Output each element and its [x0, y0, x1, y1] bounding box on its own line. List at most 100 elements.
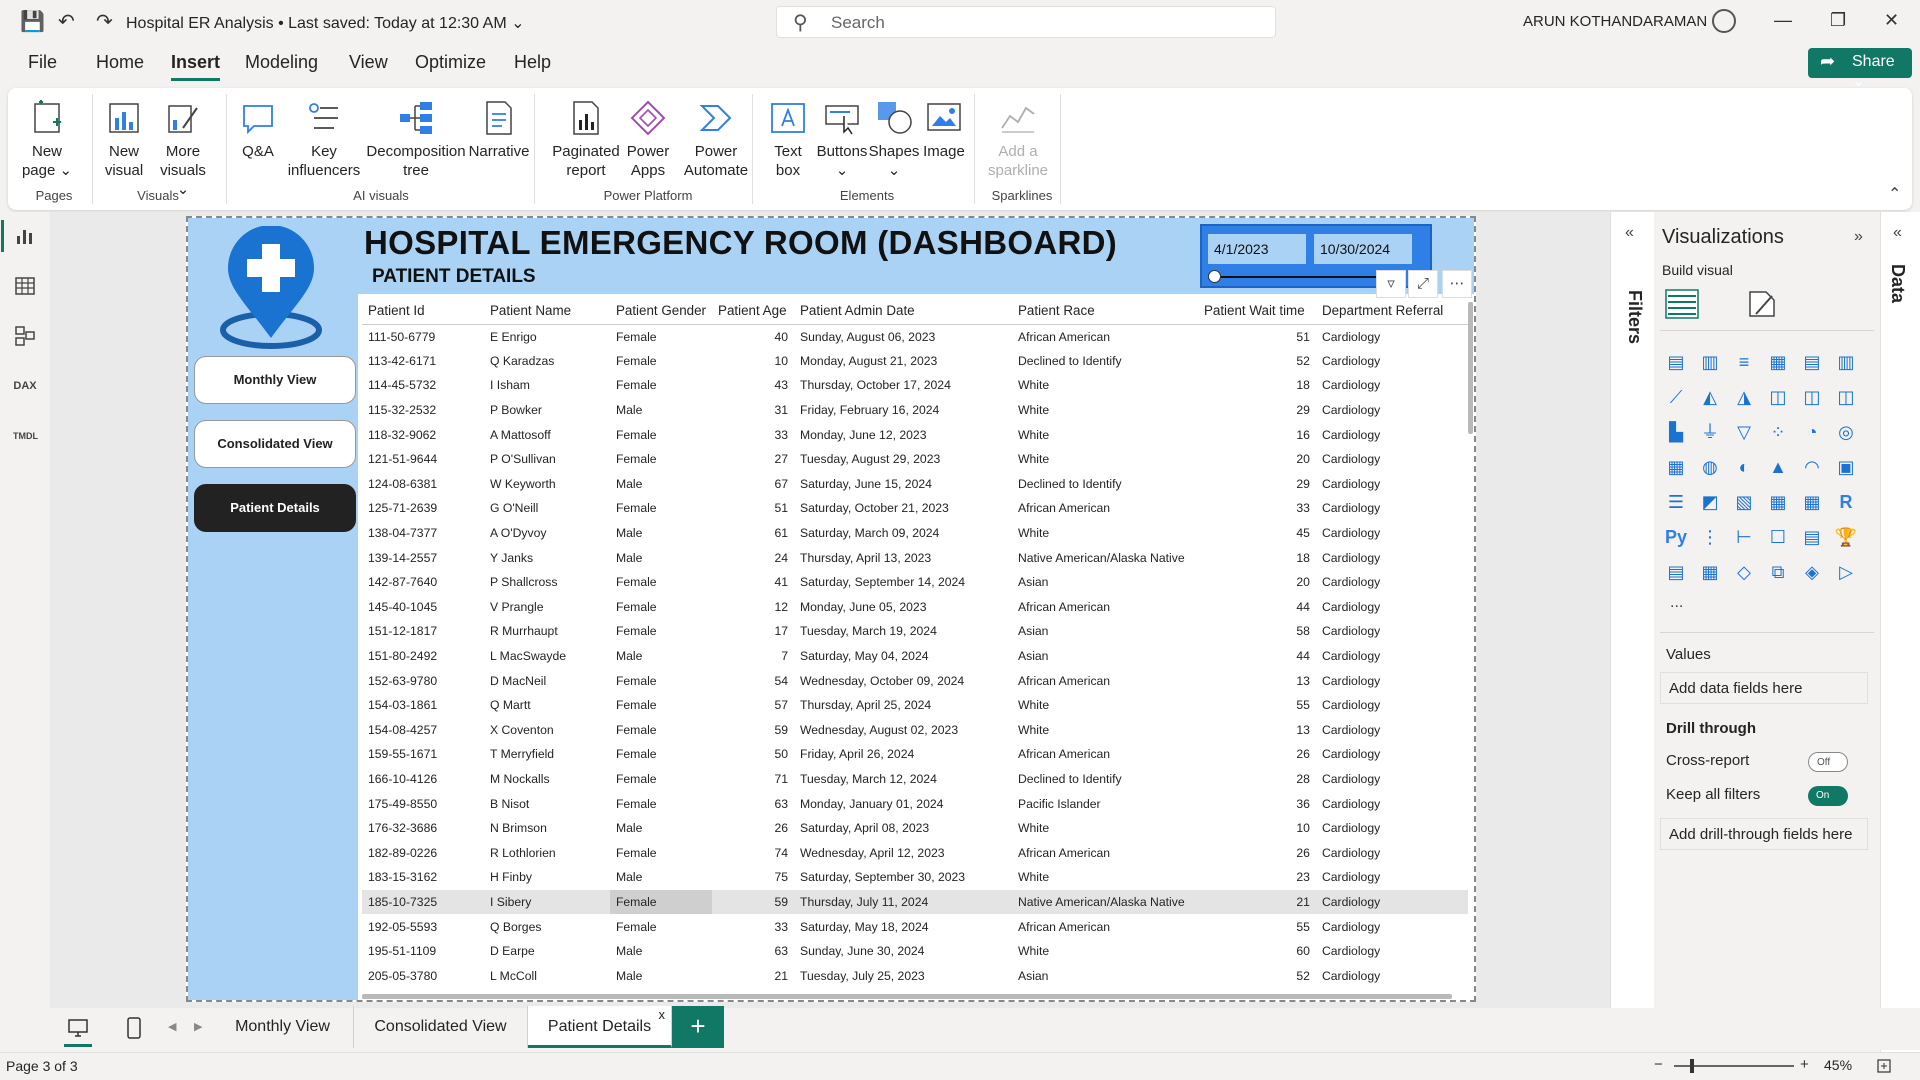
model-view-icon[interactable] — [13, 324, 37, 348]
expand-filters-icon[interactable]: « — [1625, 224, 1634, 242]
tab-consolidated-view[interactable]: Consolidated View — [354, 1006, 528, 1048]
cross-report-toggle[interactable]: Off — [1808, 752, 1848, 772]
multirow-card-icon[interactable]: ☰ — [1664, 490, 1688, 514]
clustered-bar-icon[interactable]: ≡ — [1732, 350, 1756, 374]
more-options-icon[interactable]: ⋯ — [1442, 270, 1472, 298]
treemap-icon[interactable]: ▦ — [1664, 455, 1688, 479]
power-apps-button[interactable]: Power Apps — [620, 98, 676, 180]
menu-home[interactable]: Home — [96, 52, 144, 73]
undo-icon[interactable]: ↶ — [58, 10, 75, 34]
tab-monthly-view[interactable]: Monthly View — [212, 1006, 354, 1048]
table-row[interactable]: 145-40-1045 V Prangle Female 12 Monday, June… — [362, 595, 1468, 620]
custom3-icon[interactable]: ▷ — [1834, 560, 1858, 584]
donut-icon[interactable]: ◎ — [1834, 420, 1858, 444]
col-header[interactable]: Patient Gender — [609, 298, 713, 325]
expand-data-icon[interactable]: « — [1893, 224, 1902, 242]
share-button[interactable]: ➦ Share ⌄ — [1808, 48, 1912, 90]
table-row[interactable]: 176-32-3686 N Brimson Male 26 Saturday, Apri… — [362, 816, 1468, 841]
table-row[interactable]: 113-42-6171 Q Karadzas Female 10 Monday, Aug… — [362, 349, 1468, 374]
desktop-layout-icon[interactable] — [66, 1016, 90, 1040]
data-label[interactable]: Data — [1887, 264, 1908, 303]
table-row[interactable]: 159-55-1671 T Merryfield Female 50 Friday, A… — [362, 742, 1468, 767]
tab-scroll-right-icon[interactable]: ▶ — [194, 1020, 202, 1033]
col-header[interactable]: Patient Admin Date — [794, 298, 1012, 325]
table-row[interactable]: 185-10-7325 I Sibery Female 59 Thursday, Jul… — [362, 889, 1468, 915]
narrative-icon[interactable]: ▤ — [1800, 525, 1824, 549]
slicer-icon[interactable]: ▧ — [1732, 490, 1756, 514]
stacked-area-icon[interactable]: ◮ — [1732, 385, 1756, 409]
metrics-icon[interactable]: 🏆 — [1834, 525, 1858, 549]
tab-patient-details[interactable]: Patient Details x — [528, 1006, 672, 1048]
table-row[interactable]: 142-87-7640 P Shallcross Female 41 Saturday,… — [362, 570, 1468, 595]
keep-filters-toggle[interactable]: On — [1808, 786, 1848, 806]
col-header[interactable]: Patient Wait time — [1197, 298, 1316, 325]
add-sparkline-button[interactable]: Add a sparkline — [982, 98, 1054, 180]
waterfall-icon[interactable]: ▙ — [1664, 420, 1688, 444]
decomposition-icon[interactable]: ⊢ — [1732, 525, 1756, 549]
line-stacked-icon[interactable]: ◫ — [1834, 385, 1858, 409]
custom2-icon[interactable]: ◈ — [1800, 560, 1824, 584]
table-row[interactable]: 139-14-2557 Y Janks Male 24 Thursday, April … — [362, 545, 1468, 570]
power-apps-icon[interactable]: ▦ — [1698, 560, 1722, 584]
menu-optimize[interactable]: Optimize — [415, 52, 486, 73]
focus-mode-icon[interactable]: ⤢ — [1408, 270, 1438, 298]
add-page-button[interactable]: + — [672, 1006, 724, 1048]
date-start-input[interactable]: 4/1/2023 — [1208, 234, 1306, 264]
matrix-icon[interactable]: ▦ — [1800, 490, 1824, 514]
table-row[interactable]: 166-10-4126 M Nockalls Female 71 Tuesday, Ma… — [362, 767, 1468, 792]
text-box-button[interactable]: Text box — [760, 98, 816, 180]
table-row[interactable]: 124-08-6381 W Keyworth Male 67 Saturday, Jun… — [362, 472, 1468, 497]
image-button[interactable]: Image — [918, 98, 970, 161]
funnel-icon[interactable]: ⏚ — [1698, 420, 1722, 444]
table-row[interactable]: 154-03-1861 Q Martt Female 57 Thursday, Apri… — [362, 693, 1468, 718]
format-visual-icon[interactable] — [1744, 286, 1780, 322]
values-drop-zone[interactable]: Add data fields here — [1660, 672, 1868, 704]
python-visual-icon[interactable]: Py — [1664, 525, 1688, 549]
filter-icon[interactable]: ▿ — [1376, 270, 1406, 298]
table-row[interactable]: 114-45-5732 I Isham Female 43 Thursday, Octo… — [362, 373, 1468, 398]
restore-icon[interactable]: ❐ — [1830, 10, 1846, 31]
more-visuals-ellipsis[interactable]: ... — [1670, 594, 1683, 612]
zoom-out-icon[interactable]: − — [1654, 1056, 1663, 1073]
save-icon[interactable]: 💾 — [20, 10, 45, 34]
shapes-button[interactable]: Shapes ⌄ — [868, 98, 920, 180]
paginated-icon[interactable]: ▤ — [1664, 560, 1688, 584]
table-row[interactable]: 151-12-1817 R Murrhaupt Female 17 Tuesday, M… — [362, 619, 1468, 644]
col-header-sorted[interactable]: Department Referral — [1315, 298, 1468, 325]
menu-view[interactable]: View — [349, 52, 388, 73]
line-column-icon[interactable]: ◫ — [1800, 385, 1824, 409]
line-chart-icon[interactable]: ⟋ — [1664, 385, 1688, 409]
menu-file[interactable]: File — [28, 52, 57, 73]
redo-icon[interactable]: ↷ — [96, 10, 113, 34]
table-row[interactable]: 154-08-4257 X Coventon Female 59 Wednesday, … — [362, 718, 1468, 743]
col-header[interactable]: Patient Id — [362, 298, 484, 325]
table-row[interactable]: 192-05-5593 Q Borges Female 33 Saturday, May… — [362, 914, 1468, 939]
table-row[interactable]: 183-15-3162 H Finby Male 75 Saturday, Septem… — [362, 865, 1468, 890]
table-row[interactable]: 205-05-3780 L McColl Male 21 Tuesday, July 2… — [362, 963, 1468, 988]
card-icon[interactable]: ▣ — [1834, 455, 1858, 479]
qna-button[interactable]: Q&A — [232, 98, 284, 161]
scatter-icon[interactable]: ⁘ — [1766, 420, 1790, 444]
col-header[interactable]: Patient Name — [483, 298, 610, 325]
ribbon-chart-icon[interactable]: ◫ — [1766, 385, 1790, 409]
table-row[interactable]: 115-32-2532 P Bowker Male 31 Friday, Februar… — [362, 398, 1468, 423]
key-influencers-icon[interactable]: ⋮ — [1698, 525, 1722, 549]
table-icon[interactable]: ▦ — [1766, 490, 1790, 514]
table-row[interactable]: 121-51-9644 P O'Sullivan Female 27 Tuesday, … — [362, 447, 1468, 472]
date-end-input[interactable]: 10/30/2024 — [1314, 234, 1412, 264]
minimize-icon[interactable]: — — [1774, 10, 1792, 31]
key-influencers-button[interactable]: Key influencers — [286, 98, 362, 180]
new-page-button[interactable]: New page ⌄ — [18, 98, 76, 180]
filters-label[interactable]: Filters — [1624, 290, 1645, 344]
table-row[interactable]: 138-04-7377 A O'Dyvoy Male 61 Saturday, Marc… — [362, 521, 1468, 546]
power-automate-button[interactable]: Power Automate — [676, 98, 756, 180]
mobile-layout-icon[interactable] — [124, 1016, 144, 1040]
stacked-column-icon[interactable]: ▥ — [1698, 350, 1722, 374]
menu-modeling[interactable]: Modeling — [245, 52, 318, 73]
map-icon[interactable]: ◍ — [1698, 455, 1722, 479]
100-bar-icon[interactable]: ▤ — [1800, 350, 1824, 374]
search-box[interactable]: ⚲ Search — [776, 6, 1276, 38]
patient-table[interactable]: Patient Id Patient Name Patient Gender P… — [362, 298, 1468, 992]
drill-through-drop-zone[interactable]: Add drill-through fields here — [1660, 818, 1868, 850]
tmdl-view-icon[interactable]: TMDL — [13, 424, 38, 448]
